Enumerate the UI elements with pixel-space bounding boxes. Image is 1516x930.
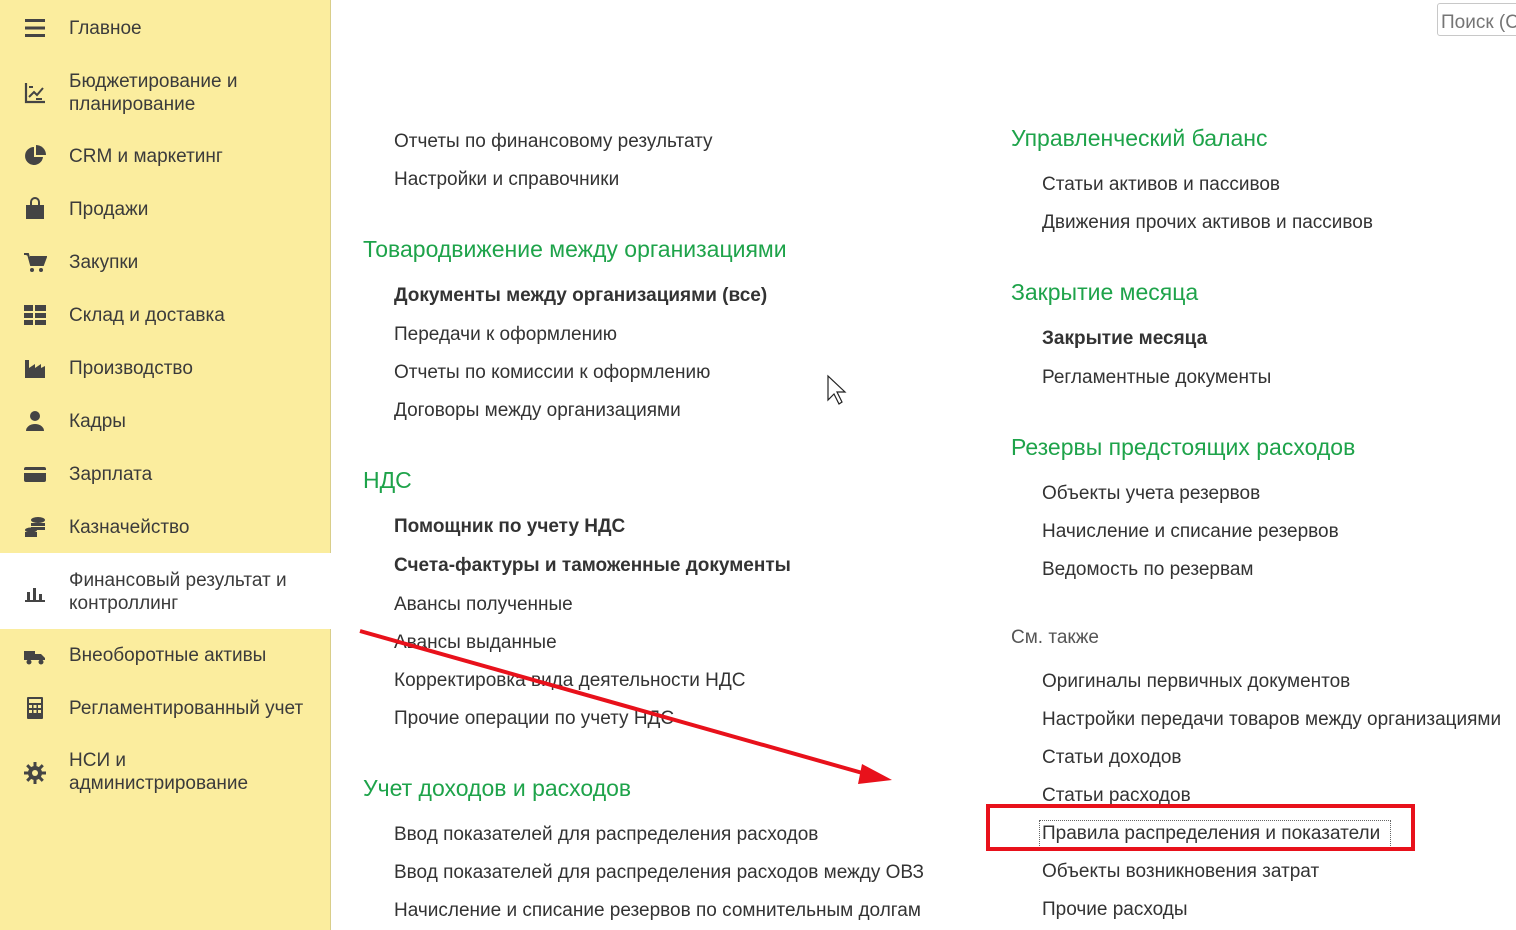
link-invoices-customs[interactable]: Счета-фактуры и таможенные документы <box>394 555 791 577</box>
sidebar-item-production[interactable]: Производство <box>0 348 331 388</box>
coins-icon <box>22 514 48 540</box>
search-input[interactable] <box>1437 3 1516 36</box>
sidebar-item-label: Производство <box>69 358 193 379</box>
link-advances-issued[interactable]: Авансы выданные <box>394 632 557 654</box>
calculator-icon <box>22 695 48 721</box>
link-vat-activity-correction[interactable]: Корректировка вида деятельности НДС <box>394 670 745 692</box>
bar-chart-icon <box>22 579 48 605</box>
section-title-income-expenses: Учет доходов и расходов <box>363 775 632 801</box>
sidebar: Главное Бюджетирование и планирование CR… <box>0 0 331 930</box>
sidebar-item-hr[interactable]: Кадры <box>0 401 331 441</box>
sidebar-item-label: Внеоборотные активы <box>69 645 267 666</box>
link-goods-transfer-settings[interactable]: Настройки передачи товаров между организ… <box>1042 709 1501 731</box>
mouse-cursor-icon <box>827 374 847 405</box>
sidebar-item-label: Кадры <box>69 411 126 432</box>
sidebar-item-crm[interactable]: CRM и маркетинг <box>0 136 331 176</box>
link-month-closing[interactable]: Закрытие месяца <box>1042 328 1207 350</box>
sidebar-item-label: Главное <box>69 18 142 39</box>
warehouse-grid-icon <box>22 302 48 328</box>
link-cost-objects[interactable]: Объекты возникновения затрат <box>1042 861 1319 883</box>
link-asset-liability-items[interactable]: Статьи активов и пассивов <box>1042 174 1280 196</box>
link-intercompany-documents[interactable]: Документы между организациями (все) <box>394 285 767 307</box>
annotation-arrow-head <box>858 764 892 784</box>
sidebar-item-label: Бюджетирование и планирование <box>69 71 238 115</box>
link-settings-and-directories[interactable]: Настройки и справочники <box>394 169 619 191</box>
link-doubtful-debt-reserves[interactable]: Начисление и списание резервов по сомнит… <box>394 900 921 922</box>
link-other-asset-movements[interactable]: Движения прочих активов и пассивов <box>1042 212 1373 234</box>
sidebar-item-label: Продажи <box>69 199 149 220</box>
sidebar-item-label: Склад и доставка <box>69 305 225 326</box>
budget-chart-icon <box>22 80 48 106</box>
sidebar-item-label: CRM и маркетинг <box>69 146 223 167</box>
link-advances-received[interactable]: Авансы полученные <box>394 594 573 616</box>
sidebar-item-treasury[interactable]: Казначейство <box>0 507 331 547</box>
link-financial-result-reports[interactable]: Отчеты по финансовому результату <box>394 131 713 153</box>
sidebar-item-purchases[interactable]: Закупки <box>0 242 331 282</box>
link-transfers-to-process[interactable]: Передачи к оформлению <box>394 324 617 346</box>
sidebar-item-financial-result[interactable]: Финансовый результат и контроллинг <box>0 553 331 629</box>
sidebar-item-regulated-accounting[interactable]: Регламентированный учет <box>0 688 331 728</box>
section-title-future-reserves: Резервы предстоящих расходов <box>1011 434 1356 460</box>
sidebar-item-label: Регламентированный учет <box>69 698 304 719</box>
link-other-expenses[interactable]: Прочие расходы <box>1042 899 1188 921</box>
see-also-title: См. также <box>1011 627 1099 648</box>
sidebar-item-label: Финансовый результат и контроллинг <box>69 570 287 614</box>
sidebar-item-label: Зарплата <box>69 464 153 485</box>
link-reserve-statement[interactable]: Ведомость по резервам <box>1042 559 1253 581</box>
section-title-management-balance: Управленческий баланс <box>1011 125 1268 151</box>
section-title-vat: НДС <box>363 467 412 493</box>
cart-icon <box>22 249 48 275</box>
link-vat-assistant[interactable]: Помощник по учету НДС <box>394 516 625 538</box>
factory-icon <box>22 355 48 381</box>
sidebar-item-sales[interactable]: Продажи <box>0 189 331 229</box>
sidebar-item-label: НСИ и администрирование <box>69 750 249 794</box>
link-reserve-objects[interactable]: Объекты учета резервов <box>1042 483 1260 505</box>
link-reserve-accrual[interactable]: Начисление и списание резервов <box>1042 521 1339 543</box>
section-title-intercompany: Товародвижение между организациями <box>363 236 787 262</box>
shopping-bag-icon <box>22 196 48 222</box>
truck-icon <box>22 642 48 668</box>
link-expense-allocation-indicators[interactable]: Ввод показателей для распределения расхо… <box>394 824 818 846</box>
link-commission-reports[interactable]: Отчеты по комиссии к оформлению <box>394 362 710 384</box>
link-intercompany-contracts[interactable]: Договоры между организациями <box>394 400 681 422</box>
sidebar-item-main[interactable]: Главное <box>0 8 331 48</box>
pie-chart-icon <box>22 143 48 169</box>
link-income-items[interactable]: Статьи доходов <box>1042 747 1181 769</box>
gear-icon <box>22 760 48 786</box>
sidebar-item-salary[interactable]: Зарплата <box>0 454 331 494</box>
sidebar-item-label: Закупки <box>69 252 139 273</box>
link-other-vat-operations[interactable]: Прочие операции по учету НДС <box>394 708 674 730</box>
sidebar-item-label: Казначейство <box>69 517 190 538</box>
link-expense-allocation-ovz[interactable]: Ввод показателей для распределения расхо… <box>394 862 924 884</box>
sidebar-item-fixed-assets[interactable]: Внеоборотные активы <box>0 635 331 675</box>
sidebar-item-warehouse[interactable]: Склад и доставка <box>0 295 331 335</box>
person-icon <box>22 408 48 434</box>
wallet-card-icon <box>22 461 48 487</box>
section-title-month-closing: Закрытие месяца <box>1011 279 1199 305</box>
menu-icon <box>22 15 48 41</box>
sidebar-item-budgeting[interactable]: Бюджетирование и планирование <box>0 66 331 122</box>
link-primary-originals[interactable]: Оригиналы первичных документов <box>1042 671 1350 693</box>
annotation-highlight-box <box>986 804 1415 851</box>
sidebar-item-nsi-admin[interactable]: НСИ и администрирование <box>0 745 331 801</box>
link-regulatory-documents[interactable]: Регламентные документы <box>1042 367 1271 389</box>
